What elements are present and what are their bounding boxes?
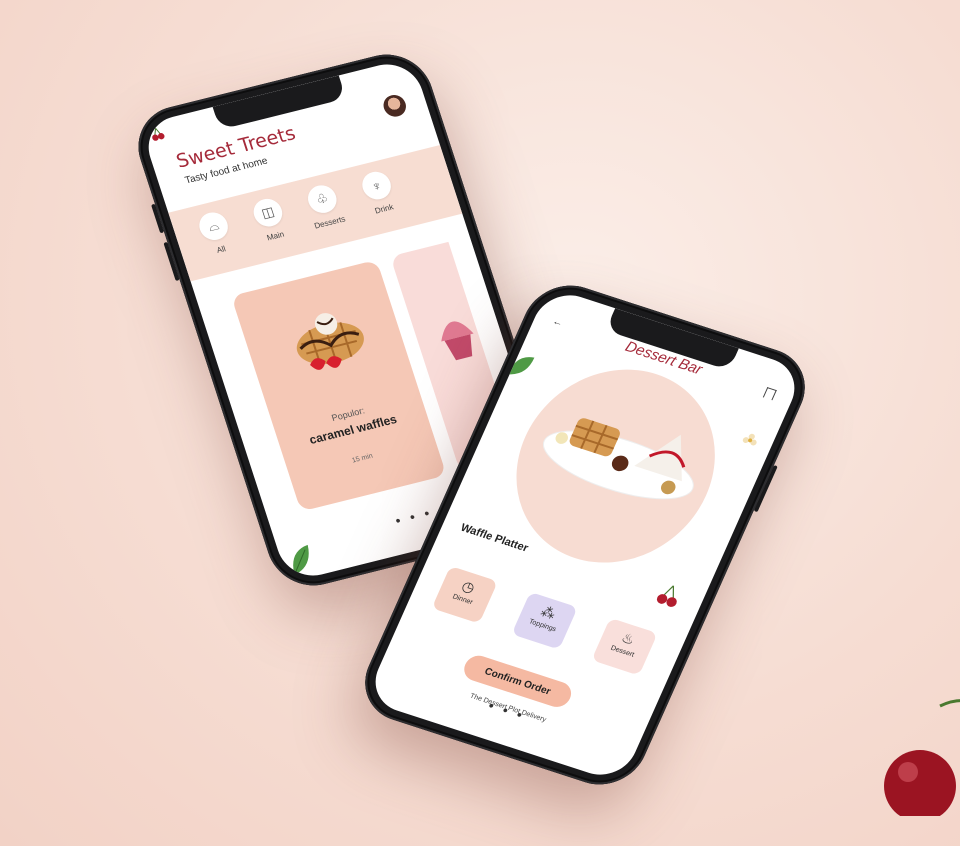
item-title: Waffle Platter (458, 521, 530, 555)
waffle-image (296, 313, 364, 370)
cake-slice-icon: ◫ (250, 195, 286, 230)
cupcake-image (441, 321, 474, 361)
cocktail-icon: ♆ (358, 168, 395, 203)
option-toppings[interactable]: ⁂ Toppings (511, 591, 578, 650)
cupcake-icon: ♧ (304, 182, 341, 216)
options-row: ◷ Dinner ⁂ Toppings ♨ Dessert (428, 559, 685, 676)
mint-leaf-icon (293, 544, 309, 576)
cherry-icon (656, 585, 677, 607)
flower-icon (742, 433, 757, 446)
option-dinner[interactable]: ◷ Dinner (431, 565, 498, 624)
phone-side-button (163, 241, 180, 281)
option-dessert[interactable]: ♨ Dessert (591, 617, 658, 676)
cherry-decoration-icon (884, 699, 960, 816)
pager-dots[interactable]: • • • (393, 504, 434, 528)
cloche-icon: ⌓ (195, 209, 232, 243)
phone-notch (212, 75, 347, 130)
phone-side-button (151, 203, 165, 234)
pager-dots[interactable]: • • • (486, 697, 528, 723)
cherry-icon (152, 128, 165, 141)
avatar[interactable] (380, 92, 409, 119)
mint-leaf-icon (507, 357, 535, 375)
